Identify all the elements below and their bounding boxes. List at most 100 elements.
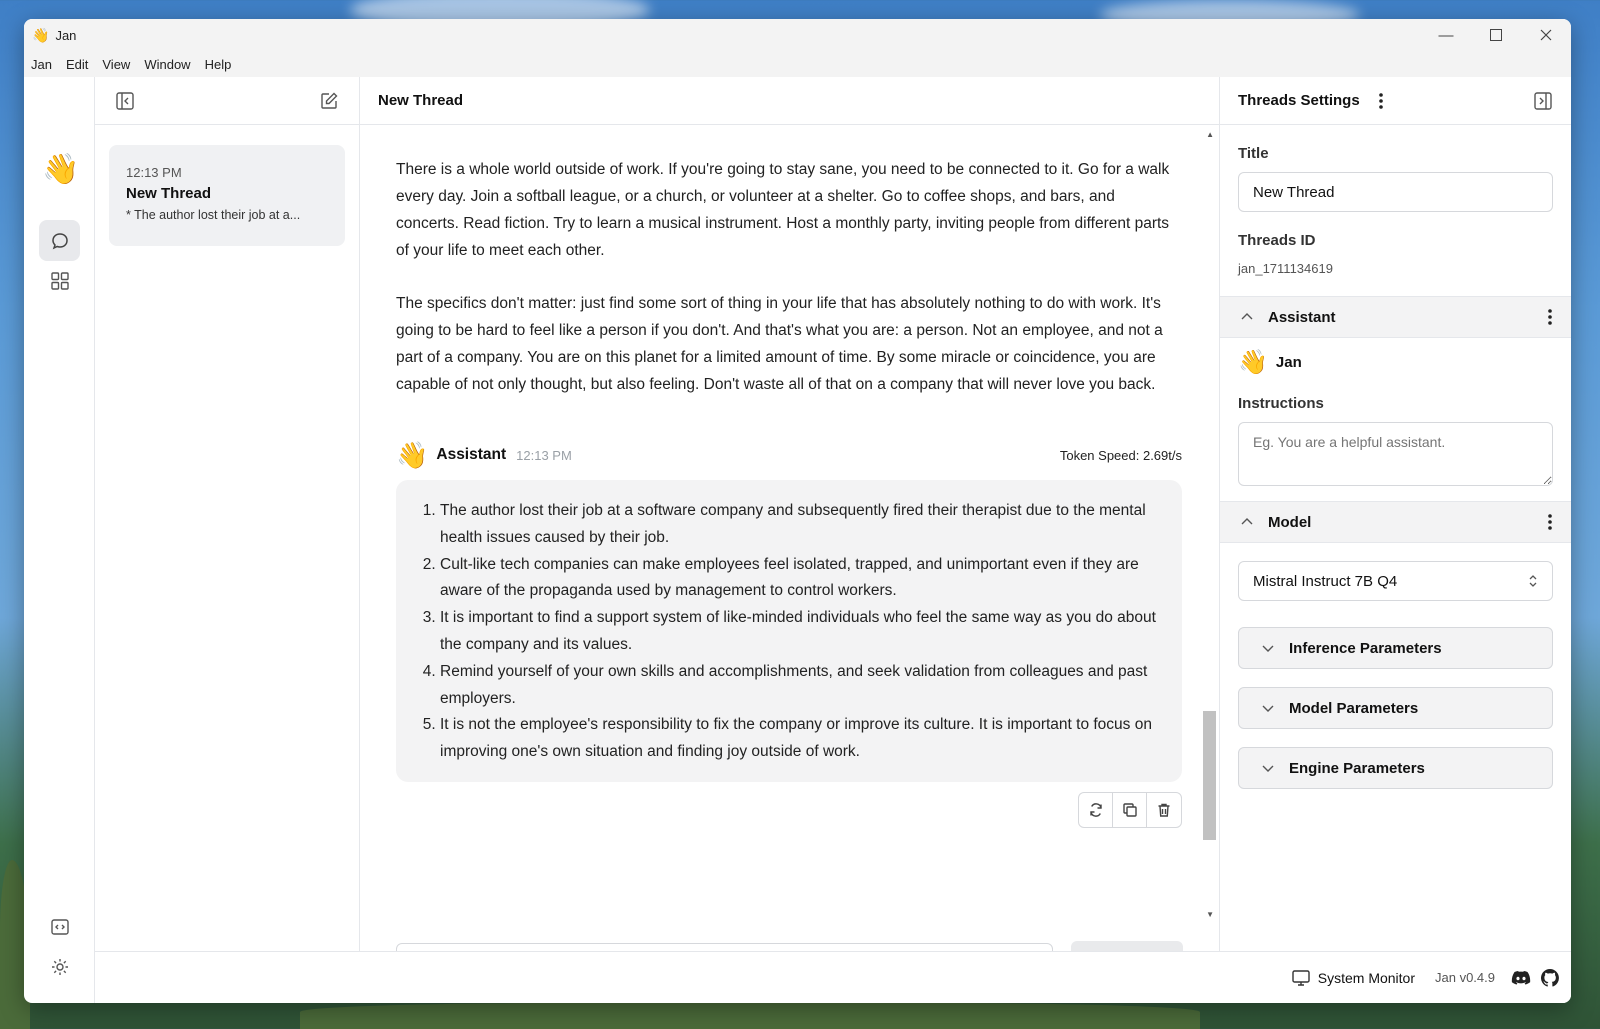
thread-snippet: * The author lost their job at a... (126, 208, 301, 222)
sidebar-right-icon (1534, 91, 1552, 110)
assistant-more-button[interactable] (1547, 308, 1553, 326)
assistant-message-header: 👋 Assistant 12:13 PM Token Speed: 2.69t/… (396, 440, 1182, 470)
wallpaper-rock (300, 1003, 1200, 1029)
github-icon (1541, 968, 1559, 987)
menu-edit[interactable]: Edit (66, 57, 88, 72)
thread-title-input[interactable]: New Thread (1238, 172, 1553, 212)
thread-list-header (95, 77, 359, 125)
assistant-avatar: 👋 (396, 439, 429, 470)
collapse-right-panel-button[interactable] (1533, 91, 1553, 111)
system-monitor-label: System Monitor (1317, 969, 1415, 986)
app-window: 👋 Jan — Jan Edit View Window Help 👋 12:1… (24, 19, 1571, 1003)
sidebar-left-icon (116, 92, 134, 110)
edit-icon (321, 92, 338, 109)
thread-settings-panel: Threads Settings Title New Thread Thread… (1220, 77, 1571, 1003)
system-monitor-button[interactable]: System Monitor (1292, 970, 1415, 986)
chat-bubble-icon (51, 232, 68, 249)
waving-hand-icon: 👋 (32, 26, 50, 43)
close-window-button[interactable] (1521, 19, 1571, 51)
chevron-up-icon (1241, 313, 1253, 320)
app-version: Jan v0.4.9 (1435, 970, 1495, 985)
inference-parameters-toggle[interactable]: Inference Parameters (1238, 627, 1553, 669)
menu-view[interactable]: View (102, 57, 130, 72)
threads-id-label: Threads ID (1238, 232, 1316, 249)
menu-window[interactable]: Window (144, 57, 190, 72)
maximize-button[interactable] (1471, 19, 1521, 51)
chevron-down-icon (1262, 705, 1274, 712)
chevron-down-icon (1262, 765, 1274, 772)
model-section-title: Model (1268, 513, 1312, 531)
thread-title: New Thread (126, 185, 212, 202)
engine-parameters-toggle[interactable]: Engine Parameters (1238, 747, 1553, 789)
settings-more-button[interactable] (1378, 92, 1384, 110)
left-ribbon: 👋 (24, 77, 95, 1003)
scrollbar-thumb[interactable] (1203, 711, 1216, 840)
inference-parameters-label: Inference Parameters (1289, 639, 1442, 657)
hub-nav-button[interactable] (39, 260, 80, 301)
thread-time: 12:13 PM (126, 165, 182, 180)
menu-help[interactable]: Help (205, 57, 232, 72)
assistant-message: The author lost their job at a software … (396, 480, 1182, 782)
list-item: It is important to find a support system… (440, 605, 1164, 659)
settings-title: Threads Settings (1238, 92, 1360, 109)
message-list[interactable]: There is a whole world outside of work. … (360, 126, 1200, 923)
chevron-down-icon (1262, 645, 1274, 652)
chevron-up-icon (1241, 518, 1253, 525)
assistant-section-header[interactable]: Assistant (1220, 296, 1571, 338)
model-select[interactable]: Mistral Instruct 7B Q4 (1238, 561, 1553, 601)
title-bar: 👋 Jan — (24, 19, 1571, 51)
token-speed: Token Speed: 2.69t/s (1059, 447, 1182, 463)
model-section-header[interactable]: Model (1220, 501, 1571, 543)
instructions-label: Instructions (1238, 395, 1324, 412)
scroll-down-icon[interactable]: ▼ (1206, 910, 1214, 919)
model-select-value: Mistral Instruct 7B Q4 (1253, 572, 1398, 590)
more-vertical-icon (1378, 92, 1383, 109)
model-more-button[interactable] (1547, 513, 1553, 531)
window-title: Jan (55, 27, 77, 43)
assistant-section-title: Assistant (1268, 308, 1336, 326)
user-message-paragraph: The specifics don't matter: just find so… (396, 295, 1163, 393)
github-link[interactable] (1541, 968, 1559, 987)
threads-id-value: jan_1711134619 (1238, 261, 1333, 276)
collapse-sidebar-button[interactable] (113, 89, 137, 113)
settings-header: Threads Settings (1220, 77, 1571, 125)
model-parameters-toggle[interactable]: Model Parameters (1238, 687, 1553, 729)
grid-icon (50, 271, 69, 290)
gear-icon (51, 958, 68, 975)
regenerate-button[interactable] (1079, 792, 1113, 827)
close-icon (1540, 29, 1552, 41)
chat-scrollbar[interactable]: ▲ ▼ (1200, 126, 1219, 923)
assistant-avatar: 👋 (1238, 349, 1268, 376)
user-message-paragraph: There is a whole world outside of work. … (396, 161, 1170, 259)
message-time: 12:13 PM (516, 447, 572, 463)
title-label: Title (1238, 145, 1269, 162)
list-item: It is not the employee's responsibility … (440, 712, 1164, 766)
instructions-input[interactable] (1238, 422, 1553, 486)
status-bar: System Monitor Jan v0.4.9 (95, 951, 1571, 1003)
assistant-name: Jan (1275, 354, 1302, 371)
scroll-up-icon[interactable]: ▲ (1206, 130, 1214, 139)
chevron-up-down-icon (1529, 575, 1537, 587)
local-api-button[interactable] (39, 906, 80, 947)
code-icon (50, 918, 69, 935)
thread-item[interactable]: 12:13 PM New Thread * The author lost th… (109, 145, 345, 246)
menu-jan[interactable]: Jan (31, 57, 52, 72)
new-thread-button[interactable] (317, 89, 341, 113)
discord-link[interactable] (1511, 970, 1531, 986)
discord-icon (1511, 970, 1531, 985)
assistant-name: Assistant (436, 446, 507, 463)
maximize-icon (1490, 29, 1502, 41)
trash-icon (1158, 803, 1170, 817)
list-item: The author lost their job at a software … (440, 498, 1164, 552)
settings-nav-button[interactable] (39, 946, 80, 987)
copy-button[interactable] (1113, 792, 1147, 827)
copy-icon (1122, 803, 1137, 817)
chat-panel: New Thread There is a whole world outsid… (360, 77, 1220, 1003)
more-vertical-icon (1548, 514, 1552, 530)
minimize-button[interactable]: — (1421, 19, 1471, 51)
menu-bar: Jan Edit View Window Help (24, 51, 1571, 77)
chat-nav-button[interactable] (39, 220, 80, 261)
delete-button[interactable] (1147, 793, 1181, 827)
list-item: Remind yourself of your own skills and a… (440, 659, 1164, 713)
thread-list-panel: 12:13 PM New Thread * The author lost th… (95, 77, 360, 1003)
